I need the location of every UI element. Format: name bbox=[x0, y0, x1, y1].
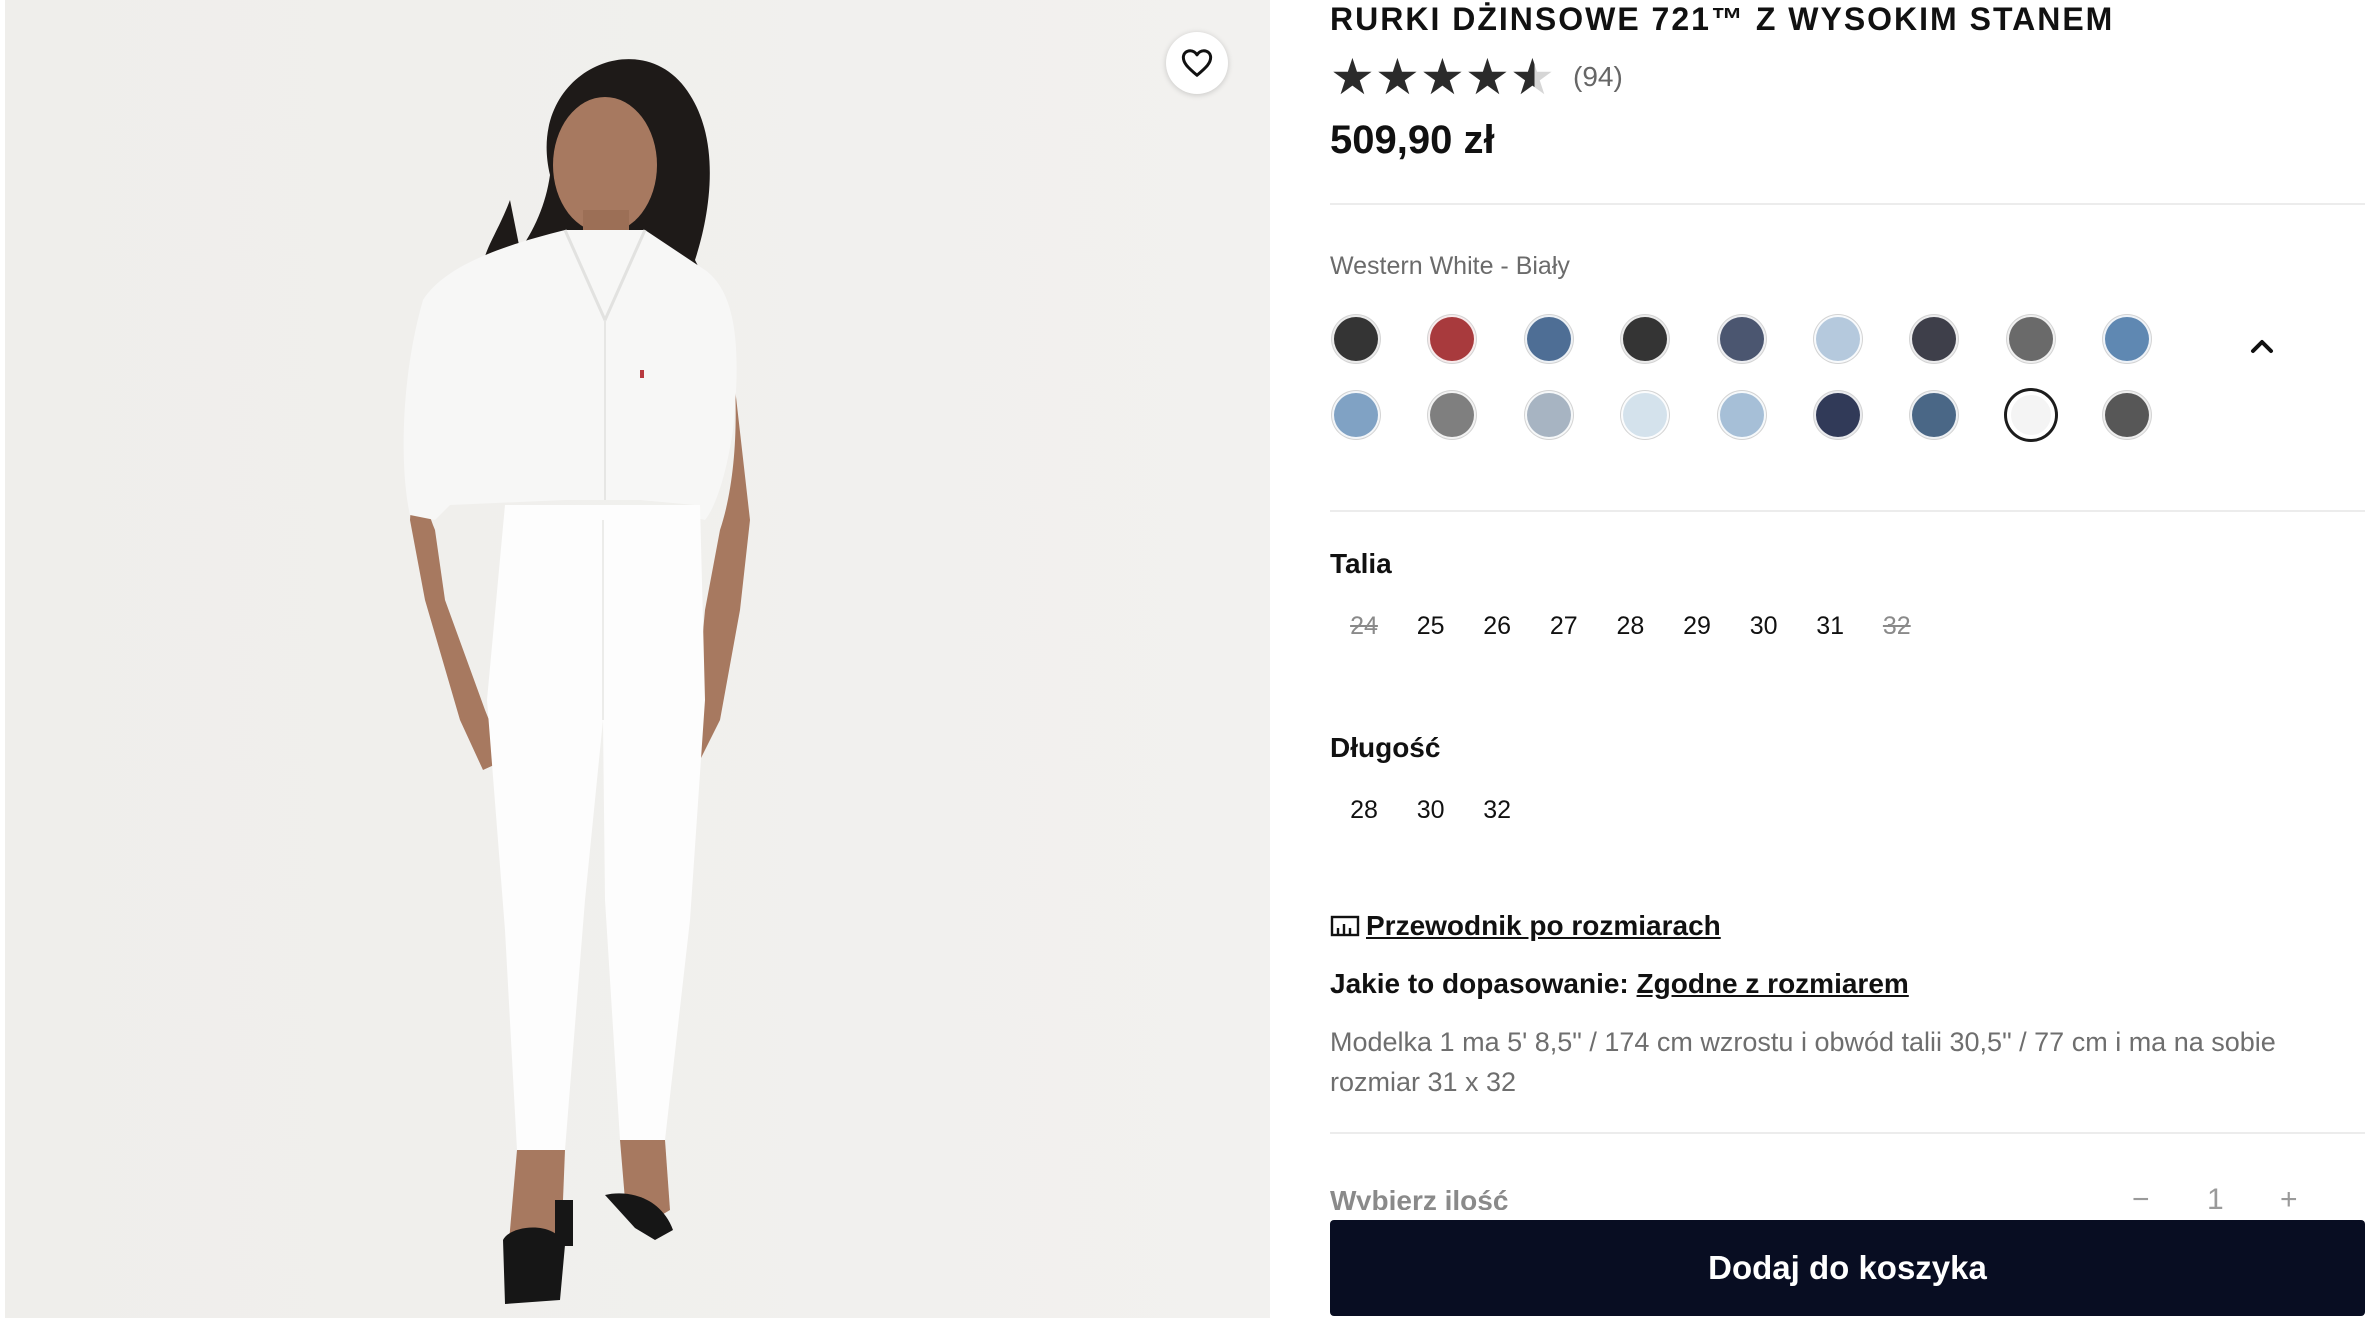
add-to-cart-button[interactable]: Dodaj do koszyka bbox=[1330, 1220, 2365, 1316]
collapse-colors-button[interactable] bbox=[2240, 328, 2284, 364]
color-swatch[interactable] bbox=[1910, 391, 1959, 439]
heart-icon bbox=[1181, 49, 1213, 77]
size-option[interactable]: 32 bbox=[1867, 612, 1927, 641]
size-option[interactable]: 25 bbox=[1401, 612, 1461, 641]
product-rating[interactable]: ★ ★ ★ ★ ★ (94) bbox=[1330, 52, 1623, 102]
size-option[interactable]: 30 bbox=[1401, 796, 1461, 825]
chevron-up-icon bbox=[2251, 340, 2273, 353]
model-info-text: Modelka 1 ma 5' 8,5" / 174 cm wzrostu i … bbox=[1330, 1027, 2276, 1097]
color-swatch[interactable] bbox=[1814, 315, 1862, 363]
rating-stars: ★ ★ ★ ★ ★ bbox=[1330, 52, 1555, 102]
star-icon: ★ bbox=[1330, 49, 1375, 105]
quantity-row: Wybierz ilość − 1 + bbox=[1330, 1180, 2365, 1210]
color-swatch[interactable] bbox=[1332, 315, 1380, 363]
color-swatch[interactable] bbox=[2103, 315, 2152, 363]
divider bbox=[1330, 1132, 2365, 1134]
color-swatch[interactable] bbox=[1621, 315, 1670, 363]
quantity-increase-button[interactable]: + bbox=[2280, 1183, 2298, 1210]
product-image-panel bbox=[5, 0, 1270, 1318]
wishlist-button[interactable] bbox=[1166, 32, 1228, 94]
size-option[interactable]: 29 bbox=[1667, 612, 1727, 641]
color-swatch[interactable] bbox=[2006, 315, 2055, 363]
divider bbox=[1330, 510, 2365, 512]
review-count[interactable]: (94) bbox=[1573, 61, 1623, 93]
color-swatch[interactable] bbox=[2103, 391, 2152, 439]
color-swatch[interactable] bbox=[2006, 391, 2055, 439]
fit-info: Jakie to dopasowanie: Zgodne z rozmiarem bbox=[1330, 968, 1909, 1000]
color-swatch[interactable] bbox=[1524, 315, 1573, 363]
waist-label: Talia bbox=[1330, 548, 1392, 579]
fit-value-link[interactable]: Zgodne z rozmiarem bbox=[1637, 968, 1909, 999]
quantity-label: Wybierz ilość bbox=[1330, 1185, 1509, 1210]
star-icon: ★ bbox=[1510, 49, 1555, 105]
size-option[interactable]: 32 bbox=[1467, 796, 1527, 825]
selected-color-name: Western White - Biały bbox=[1330, 252, 1570, 280]
size-option[interactable]: 31 bbox=[1800, 612, 1860, 641]
color-swatch[interactable] bbox=[1717, 391, 1766, 439]
divider bbox=[1330, 203, 2365, 205]
length-label: Długość bbox=[1330, 732, 1441, 763]
product-price: 509,90 zł bbox=[1330, 118, 1495, 162]
size-guide-link[interactable]: Przewodnik po rozmiarach bbox=[1330, 910, 1721, 942]
size-option[interactable]: 28 bbox=[1600, 612, 1660, 641]
star-icon: ★ bbox=[1465, 49, 1510, 105]
color-swatch[interactable] bbox=[1428, 315, 1477, 363]
color-swatch[interactable] bbox=[1814, 391, 1862, 439]
quantity-decrease-button[interactable]: − bbox=[2132, 1183, 2150, 1210]
color-swatch[interactable] bbox=[1524, 391, 1573, 439]
star-icon: ★ bbox=[1420, 49, 1465, 105]
size-option[interactable]: 24 bbox=[1334, 612, 1394, 641]
fit-label: Jakie to dopasowanie: bbox=[1330, 968, 1637, 999]
size-guide-label[interactable]: Przewodnik po rozmiarach bbox=[1366, 910, 1721, 942]
ruler-icon bbox=[1330, 915, 1360, 937]
size-option[interactable]: 30 bbox=[1734, 612, 1794, 641]
size-option[interactable]: 28 bbox=[1334, 796, 1394, 825]
product-title: RURKI DŻINSOWE 721™ Z WYSOKIM STANEM bbox=[1330, 1, 2115, 37]
color-swatch[interactable] bbox=[1910, 315, 1959, 363]
color-swatch[interactable] bbox=[1717, 315, 1766, 363]
size-option[interactable]: 26 bbox=[1467, 612, 1527, 641]
color-swatch[interactable] bbox=[1332, 391, 1380, 439]
product-photo[interactable] bbox=[5, 0, 1270, 1318]
quantity-value[interactable]: 1 bbox=[2207, 1183, 2224, 1210]
product-details-panel: RURKI DŻINSOWE 721™ Z WYSOKIM STANEM ★ ★ ★… bbox=[1330, 0, 2365, 1320]
color-swatch[interactable] bbox=[1621, 391, 1670, 439]
size-option[interactable]: 27 bbox=[1534, 612, 1594, 641]
color-swatch[interactable] bbox=[1428, 391, 1477, 439]
star-icon: ★ bbox=[1375, 49, 1420, 105]
